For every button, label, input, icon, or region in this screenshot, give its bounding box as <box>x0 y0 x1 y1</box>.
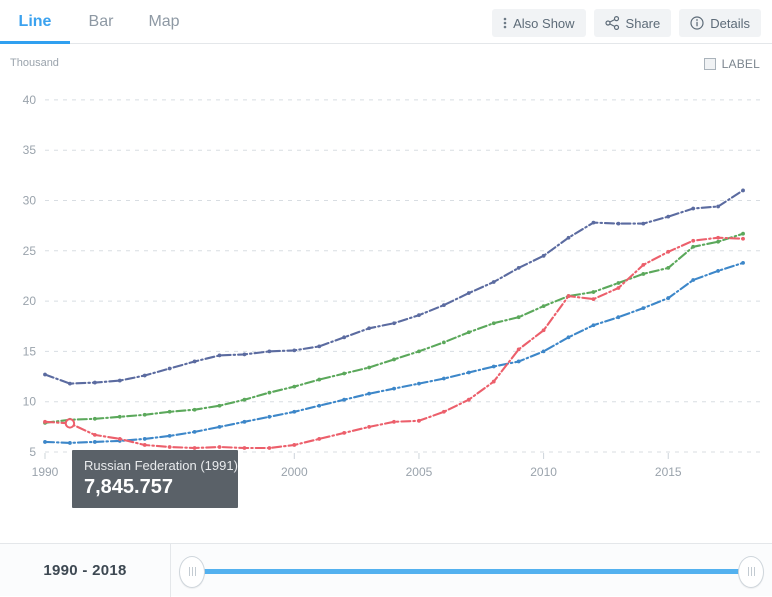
timeline-footer: 1990 - 2018 <box>0 543 772 597</box>
tab-bar[interactable]: Bar <box>70 0 132 44</box>
grip-line <box>194 567 196 576</box>
svg-text:20: 20 <box>23 294 37 308</box>
year-range-slider[interactable] <box>171 544 772 597</box>
tab-line-label: Line <box>18 13 52 30</box>
svg-text:2005: 2005 <box>406 465 433 479</box>
info-circle-icon <box>690 16 704 30</box>
svg-text:30: 30 <box>23 194 37 208</box>
share-button[interactable]: Share <box>593 9 672 37</box>
grip-line <box>191 567 193 576</box>
tab-bar-label: Bar <box>88 13 114 30</box>
tooltip-value: 7,845.757 <box>84 476 173 498</box>
share-icon <box>604 16 620 30</box>
chart-tooltip: Russian Federation (1991) 7,845.757 <box>72 450 238 508</box>
details-button[interactable]: Details <box>679 9 761 37</box>
view-tabs: Line Bar Map <box>0 0 196 44</box>
svg-text:2000: 2000 <box>281 465 308 479</box>
svg-text:25: 25 <box>23 244 37 258</box>
svg-text:1990: 1990 <box>32 465 59 479</box>
svg-text:2010: 2010 <box>530 465 557 479</box>
svg-text:10: 10 <box>23 395 37 409</box>
slider-handle-right[interactable] <box>738 555 764 588</box>
tooltip-title: Russian Federation (1991) <box>84 458 238 473</box>
top-toolbar: Line Bar Map Also Show Share Details <box>0 0 772 44</box>
grip-line <box>188 567 190 576</box>
share-label: Share <box>625 15 661 31</box>
grip-line <box>753 567 755 576</box>
tab-map-label: Map <box>148 13 180 30</box>
svg-text:40: 40 <box>23 93 37 107</box>
svg-text:15: 15 <box>23 344 37 358</box>
svg-text:35: 35 <box>23 143 37 157</box>
svg-text:2015: 2015 <box>655 465 682 479</box>
grip-line <box>750 567 752 576</box>
tab-line[interactable]: Line <box>0 0 70 44</box>
also-show-label: Also Show <box>513 15 575 31</box>
toolbar-actions: Also Show Share Details <box>492 9 761 37</box>
slider-track[interactable] <box>193 568 750 574</box>
vertical-dots-icon <box>503 16 507 30</box>
details-label: Details <box>710 15 750 31</box>
chart-area: Thousand LABEL 5101520253035401990199520… <box>0 44 772 542</box>
slider-handle-left[interactable] <box>179 555 205 588</box>
tab-map[interactable]: Map <box>132 0 196 44</box>
also-show-button[interactable]: Also Show <box>492 9 586 37</box>
year-range-label: 1990 - 2018 <box>43 561 127 579</box>
grip-line <box>747 567 749 576</box>
svg-text:5: 5 <box>29 445 36 459</box>
chart-app: Line Bar Map Also Show Share Details Tho… <box>0 0 772 597</box>
